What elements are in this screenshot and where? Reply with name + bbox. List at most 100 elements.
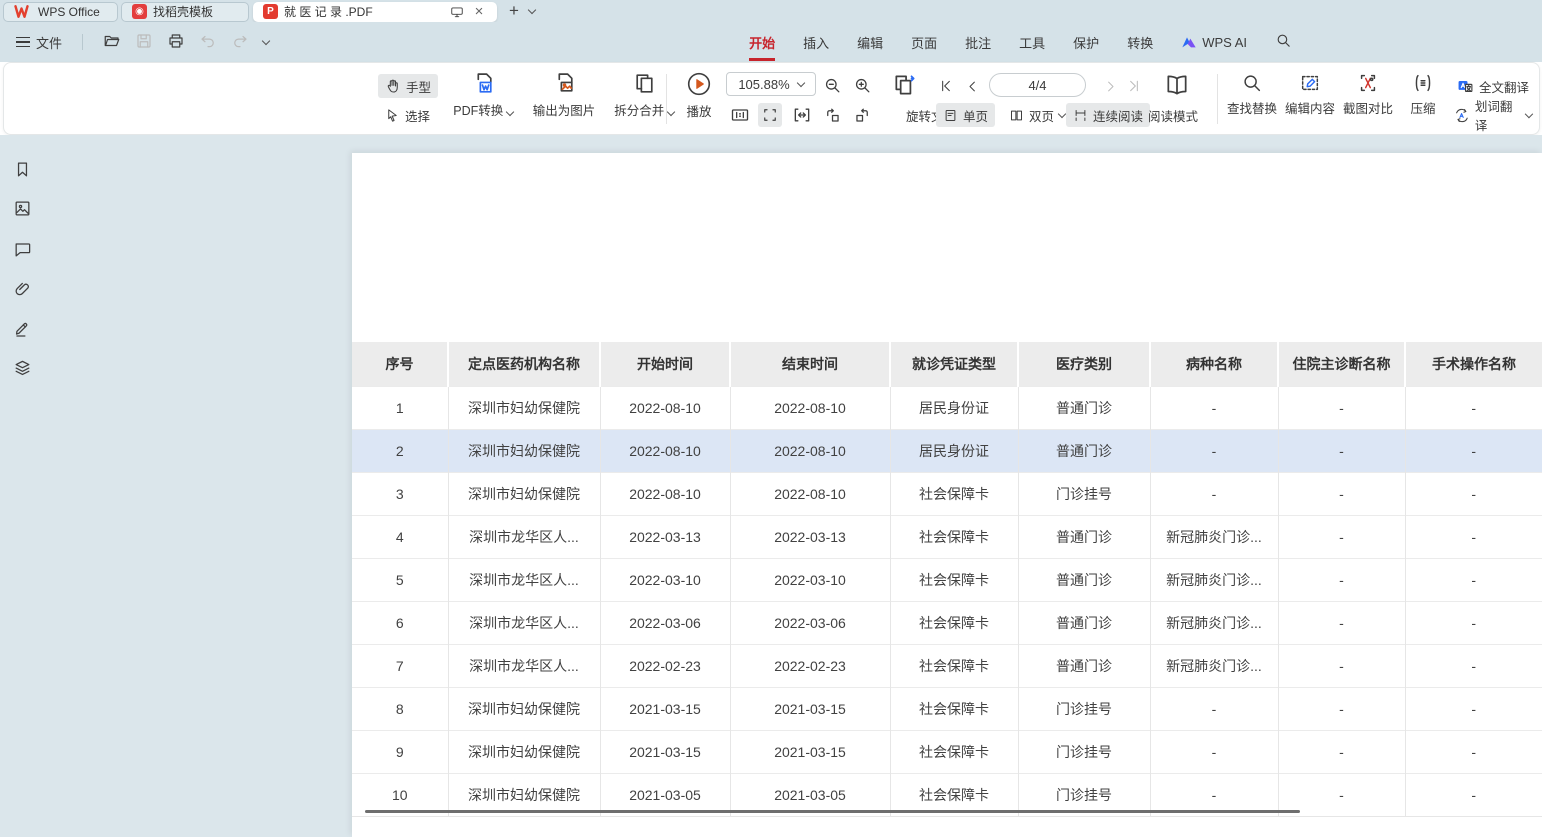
hand-icon — [385, 78, 401, 94]
table-cell: 深圳市龙华区人... — [448, 601, 600, 644]
sidebar-layers-button[interactable] — [13, 359, 32, 378]
full-translate-icon — [1457, 78, 1474, 95]
ribbon-toolbar: 手型 选择 PDF转换 输出为图片 拆分合并 播放 105.88% — [3, 62, 1540, 135]
bookmark-icon — [13, 160, 32, 179]
menu-search-icon[interactable] — [1275, 32, 1292, 52]
edit-content-button[interactable]: 编辑内容 — [1282, 72, 1338, 117]
undo-button[interactable] — [199, 32, 217, 53]
select-tool-button[interactable]: 选择 — [378, 103, 437, 127]
table-cell: - — [1405, 687, 1542, 730]
rotate-right-icon — [853, 106, 872, 125]
column-header: 病种名称 — [1150, 342, 1278, 386]
menu-item-home[interactable]: 开始 — [749, 33, 775, 52]
present-monitor-icon[interactable] — [449, 4, 465, 20]
sidebar-thumbnails-button[interactable] — [13, 199, 32, 218]
page-number-input[interactable]: 4/4 — [989, 73, 1086, 97]
prev-page-button[interactable] — [960, 74, 984, 98]
rotate-right-button[interactable] — [850, 103, 874, 127]
table-cell: 社会保障卡 — [890, 472, 1018, 515]
full-translate-button[interactable]: 全文翻译 — [1450, 74, 1536, 98]
menu-item-convert[interactable]: 转换 — [1127, 33, 1153, 52]
read-mode-button[interactable]: 阅读模式 — [1148, 106, 1198, 125]
open-file-button[interactable] — [103, 32, 121, 53]
menu-item-comment[interactable]: 批注 — [965, 33, 991, 52]
single-page-button[interactable]: 单页 — [936, 103, 995, 127]
table-cell: 深圳市妇幼保健院 — [448, 472, 600, 515]
compress-icon — [1412, 72, 1434, 94]
continuous-read-button[interactable]: 连续阅读 — [1066, 103, 1150, 127]
sidebar-attachments-button[interactable] — [13, 280, 32, 299]
column-header: 序号 — [352, 342, 448, 386]
pdf-convert-button[interactable]: PDF转换 — [443, 71, 523, 119]
table-cell: - — [1278, 472, 1405, 515]
tab-document-pdf[interactable]: P 就 医 记 录 .PDF × — [253, 2, 497, 22]
prev-page-icon — [965, 79, 980, 94]
table-row: 7深圳市龙华区人...2022-02-232022-02-23社会保障卡普通门诊… — [352, 644, 1542, 687]
table-cell: 新冠肺炎门诊... — [1150, 644, 1278, 687]
reorganize-pages-button[interactable] — [890, 71, 920, 99]
sidebar-comments-button[interactable] — [13, 240, 32, 259]
document-workspace: 序号定点医药机构名称开始时间结束时间就诊凭证类型医疗类别病种名称住院主诊断名称手… — [0, 135, 1542, 837]
menu-item-tools[interactable]: 工具 — [1019, 33, 1045, 52]
table-cell: 2022-03-13 — [730, 515, 890, 558]
close-tab-icon[interactable]: × — [471, 4, 487, 20]
sidebar-bookmarks-button[interactable] — [13, 160, 32, 179]
file-menu-button[interactable]: 文件 — [16, 33, 62, 52]
menu-item-edit[interactable]: 编辑 — [857, 33, 883, 52]
double-page-button[interactable]: 双页 — [1002, 103, 1072, 127]
edit-content-icon — [1299, 72, 1321, 94]
actual-size-button[interactable] — [728, 103, 752, 127]
column-header: 结束时间 — [730, 342, 890, 386]
tab-wps-office[interactable]: WPS Office — [3, 2, 118, 22]
wps-ai-button[interactable]: WPS AI — [1181, 35, 1247, 50]
select-tool-label: 选择 — [405, 106, 430, 125]
single-page-icon — [943, 108, 958, 123]
zoom-out-button[interactable] — [820, 73, 844, 97]
table-cell: 2 — [352, 429, 448, 472]
double-page-icon — [1009, 108, 1024, 123]
table-cell: - — [1405, 601, 1542, 644]
column-header: 就诊凭证类型 — [890, 342, 1018, 386]
table-cell: - — [1278, 730, 1405, 773]
table-cell: - — [1405, 730, 1542, 773]
new-tab-icon[interactable]: + — [509, 1, 519, 21]
continuous-read-label: 连续阅读 — [1093, 106, 1143, 125]
table-cell: 深圳市龙华区人... — [448, 515, 600, 558]
save-button[interactable] — [135, 32, 153, 53]
compress-button[interactable]: 压缩 — [1400, 72, 1446, 117]
find-replace-button[interactable]: 查找替换 — [1224, 72, 1280, 117]
table-body: 1深圳市妇幼保健院2022-08-102022-08-10居民身份证普通门诊--… — [352, 386, 1542, 816]
screenshot-compare-button[interactable]: 截图对比 — [1340, 72, 1396, 117]
first-page-button[interactable] — [934, 74, 958, 98]
fit-width-button[interactable] — [790, 103, 814, 127]
fit-width-icon — [792, 105, 812, 125]
hand-tool-button[interactable]: 手型 — [378, 74, 438, 98]
table-cell: - — [1405, 515, 1542, 558]
tab-list-chevron-icon[interactable] — [528, 5, 536, 13]
table-row: 3深圳市妇幼保健院2022-08-102022-08-10社会保障卡门诊挂号--… — [352, 472, 1542, 515]
quickbar-chevron-icon[interactable] — [262, 36, 270, 44]
tab-docer-templates[interactable]: ◉ 找稻壳模板 — [121, 2, 249, 22]
play-button[interactable]: 播放 — [676, 71, 722, 120]
export-image-button[interactable]: 输出为图片 — [521, 71, 607, 119]
print-button[interactable] — [167, 32, 185, 53]
menu-item-page[interactable]: 页面 — [911, 33, 937, 52]
rotate-left-button[interactable] — [820, 103, 844, 127]
sidebar-signature-button[interactable] — [13, 319, 32, 338]
horizontal-scrollbar[interactable] — [365, 810, 1300, 813]
menu-item-protect[interactable]: 保护 — [1073, 33, 1099, 52]
split-merge-button[interactable]: 拆分合并 — [605, 71, 683, 119]
zoom-level-select[interactable]: 105.88% — [726, 72, 816, 96]
word-translate-button[interactable]: 划词翻译 — [1447, 103, 1539, 127]
table-cell: 社会保障卡 — [890, 515, 1018, 558]
read-mode-icon-button[interactable] — [1162, 71, 1192, 99]
fit-page-button[interactable] — [758, 103, 782, 127]
menu-item-insert[interactable]: 插入 — [803, 33, 829, 52]
last-page-button[interactable] — [1122, 74, 1146, 98]
play-label: 播放 — [686, 101, 711, 120]
zoom-in-button[interactable] — [850, 73, 874, 97]
table-cell: 普通门诊 — [1018, 515, 1150, 558]
redo-button[interactable] — [231, 32, 249, 53]
table-cell: 门诊挂号 — [1018, 687, 1150, 730]
next-page-button[interactable] — [1098, 74, 1122, 98]
